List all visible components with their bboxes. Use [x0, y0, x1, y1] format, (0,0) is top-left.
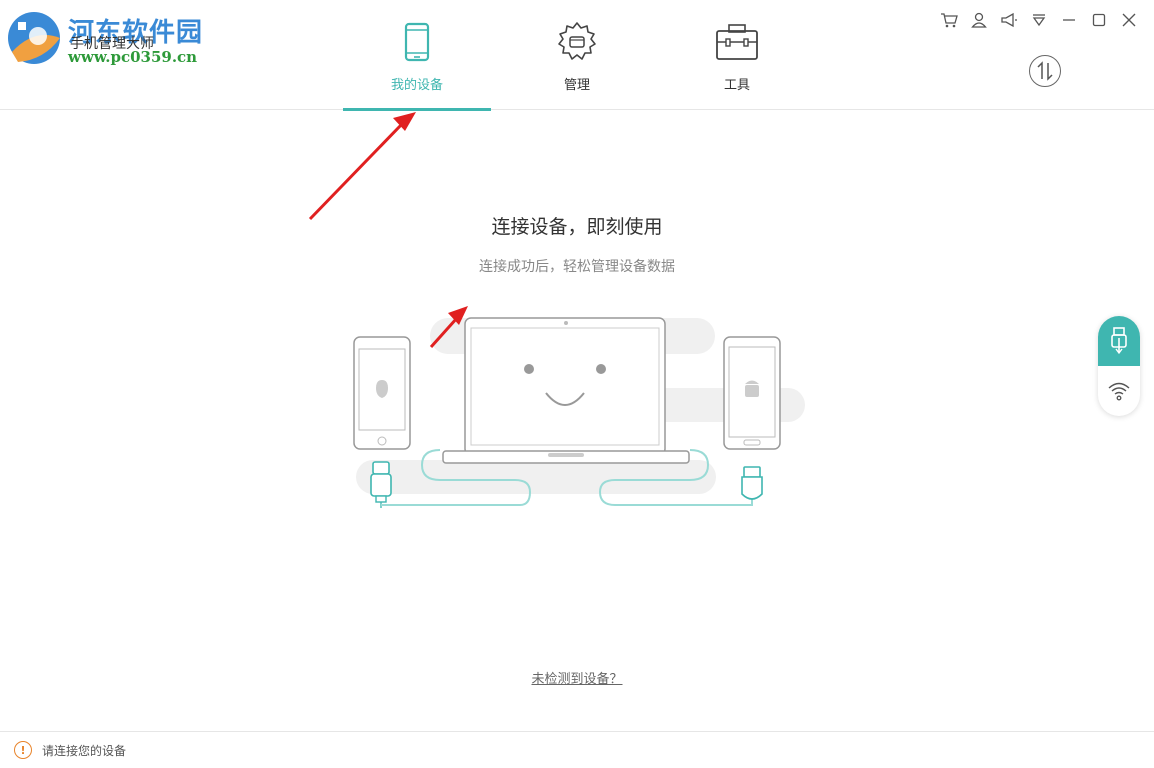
title-bar: 河东软件园 手机管理大师 www.pc0359.cn 我的设备 管理 工具 [0, 0, 1154, 111]
tab-label: 我的设备 [390, 78, 443, 93]
tab-tools[interactable]: 工具 [663, 0, 811, 110]
connection-mode-toggle [1098, 316, 1140, 416]
no-device-detected-link[interactable]: 未检测到设备？ [0, 668, 1154, 687]
user-icon[interactable] [964, 10, 994, 30]
tab-manage[interactable]: 管理 [503, 0, 651, 110]
usb-icon [1111, 327, 1127, 355]
red-arrow-icon [308, 112, 416, 221]
connect-devices-illustration [353, 317, 805, 508]
status-text: 请连接您的设备 [42, 744, 127, 758]
page-title: 连接设备，即刻使用 [491, 216, 663, 238]
laptop-icon [442, 317, 690, 464]
status-bar: ! 请连接您的设备 [0, 731, 1154, 768]
gear-icon [555, 20, 599, 64]
close-icon[interactable] [1114, 10, 1144, 30]
iphone-icon [353, 336, 411, 450]
tab-my-device[interactable]: 我的设备 [343, 0, 491, 111]
no-device-link-text[interactable]: 未检测到设备？ [531, 672, 622, 687]
brand-url: www.pc0359.cn [68, 48, 198, 66]
menu-icon[interactable] [1024, 10, 1054, 30]
maximize-icon[interactable] [1084, 10, 1114, 30]
wifi-icon [1108, 382, 1130, 401]
swap-icon [1037, 61, 1053, 81]
logo-icon [8, 12, 60, 64]
tab-label: 工具 [723, 78, 750, 93]
swap-connection-button[interactable] [1029, 55, 1061, 87]
usb-mode-button[interactable] [1098, 316, 1140, 366]
megaphone-icon[interactable] [994, 10, 1024, 30]
window-controls [934, 10, 1144, 30]
phone-icon [404, 20, 430, 64]
android-phone-icon [723, 336, 781, 450]
minimize-icon[interactable] [1054, 10, 1084, 30]
toolbox-icon [715, 20, 759, 64]
warning-icon: ! [14, 741, 32, 759]
wifi-mode-button[interactable] [1098, 366, 1140, 416]
page-subtitle: 连接成功后，轻松管理设备数据 [479, 259, 675, 275]
tab-label: 管理 [563, 78, 590, 93]
cart-icon[interactable] [934, 10, 964, 30]
